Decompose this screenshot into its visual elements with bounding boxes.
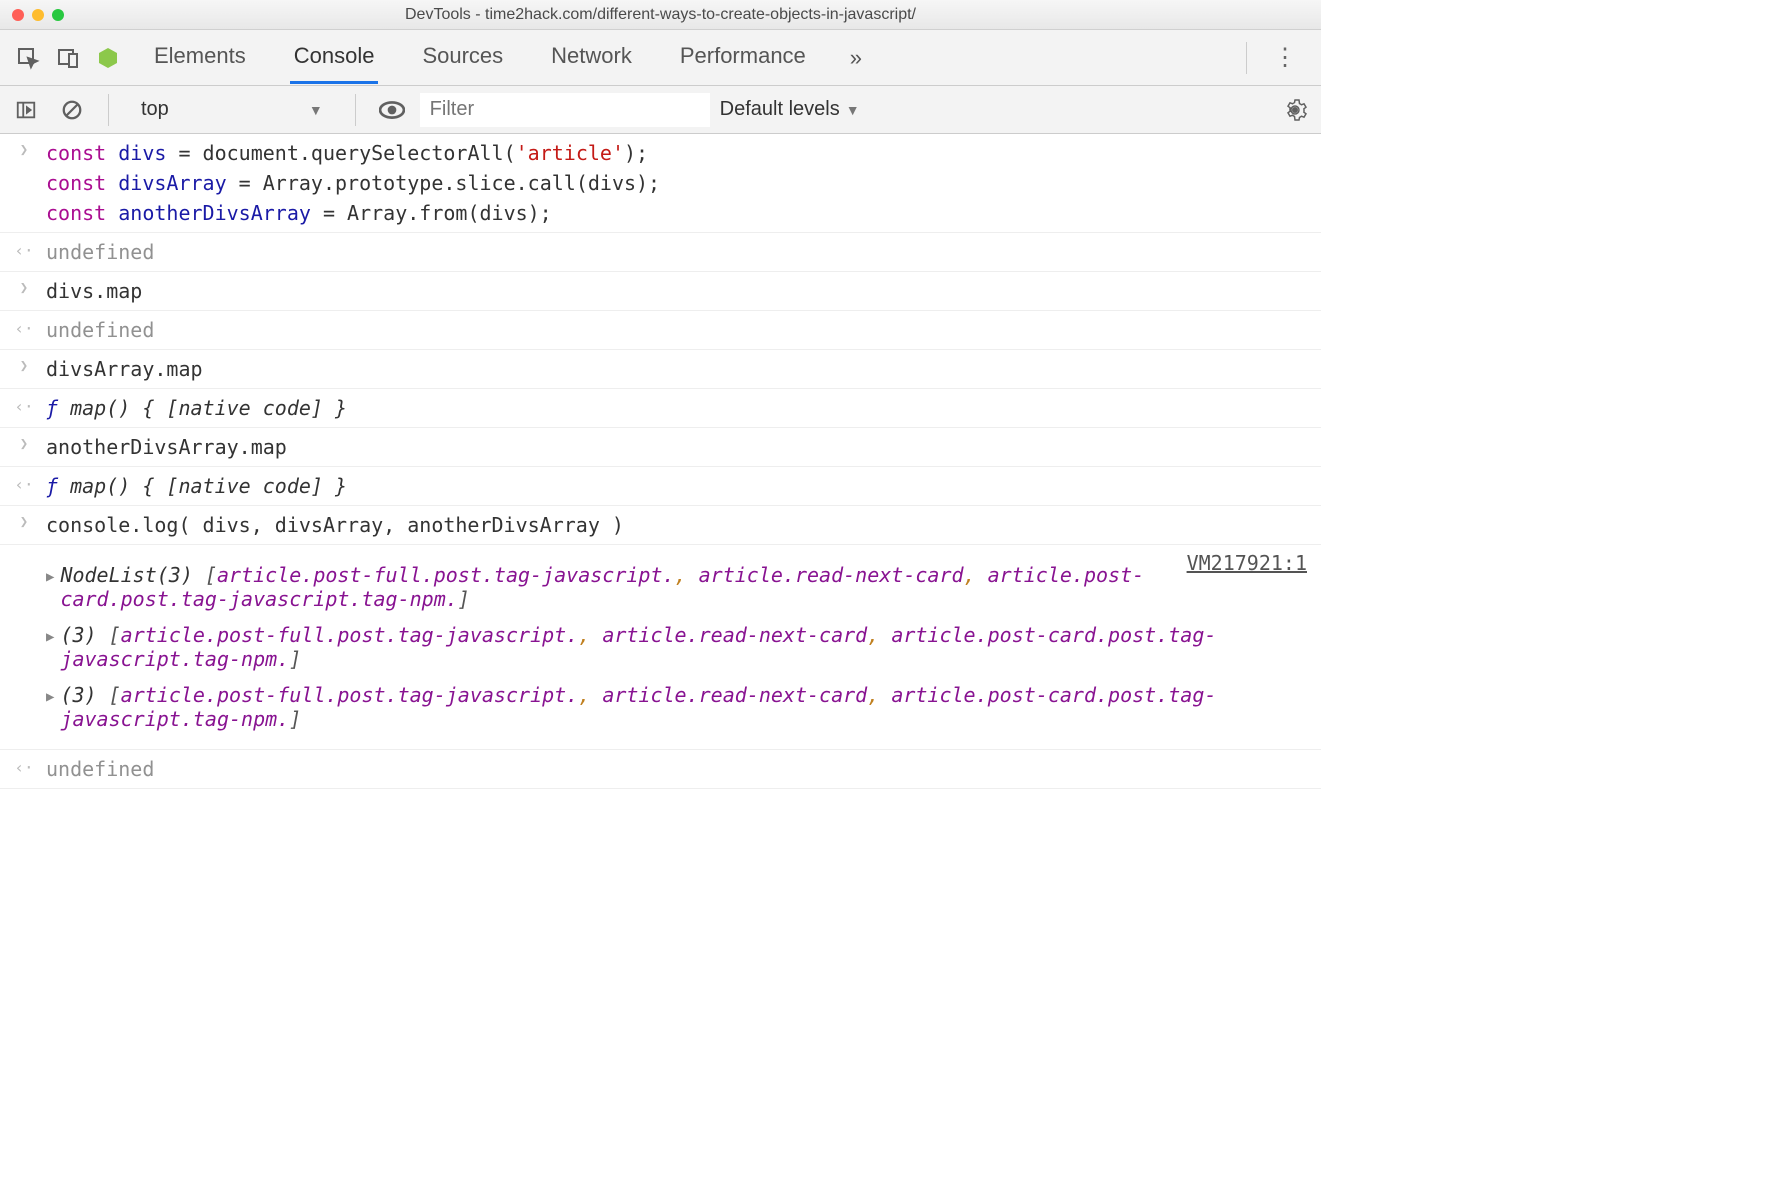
- log-levels-selector[interactable]: Default levels ▼: [720, 98, 860, 121]
- tab-performance[interactable]: Performance: [676, 31, 810, 84]
- nodejs-icon[interactable]: [90, 40, 126, 76]
- tab-console[interactable]: Console: [290, 31, 379, 84]
- window-title: DevTools - time2hack.com/different-ways-…: [0, 6, 1321, 24]
- tab-elements[interactable]: Elements: [150, 31, 250, 84]
- console-log-block: VM217921:1▶NodeList(3) [article.post-ful…: [0, 545, 1321, 750]
- context-selector-value: top: [141, 98, 169, 121]
- console-output-row: ‹·ƒ map() { [native code] }: [0, 467, 1321, 506]
- console-input-row[interactable]: ❯anotherDivsArray.map: [0, 428, 1321, 467]
- log-levels-label: Default levels: [720, 98, 840, 121]
- device-toolbar-icon[interactable]: [50, 40, 86, 76]
- console-input-row[interactable]: ❯divs.map: [0, 272, 1321, 311]
- divider: [108, 94, 109, 126]
- input-caret-icon: ❯: [20, 514, 28, 530]
- tabs-overflow-button[interactable]: »: [850, 45, 862, 71]
- panel-tabs: Elements Console Sources Network Perform…: [150, 31, 1234, 84]
- devtools-tabbar: Elements Console Sources Network Perform…: [0, 30, 1321, 86]
- output-caret-icon: ‹·: [14, 397, 33, 416]
- console-settings-icon[interactable]: [1277, 92, 1313, 128]
- log-object-preview[interactable]: ▶NodeList(3) [article.post-full.post.tag…: [46, 563, 1307, 611]
- live-expression-icon[interactable]: [374, 92, 410, 128]
- console-output-row: ‹·ƒ map() { [native code] }: [0, 389, 1321, 428]
- expand-icon[interactable]: ▶: [46, 569, 54, 585]
- console-toolbar: top ▼ Default levels ▼: [0, 86, 1321, 134]
- tab-network[interactable]: Network: [547, 31, 636, 84]
- divider: [1246, 42, 1247, 74]
- console-output-row: ‹·undefined: [0, 311, 1321, 350]
- context-selector[interactable]: top ▼: [127, 98, 337, 121]
- console-output-row: ‹·undefined: [0, 233, 1321, 272]
- tab-sources[interactable]: Sources: [418, 31, 507, 84]
- divider: [355, 94, 356, 126]
- log-object-preview[interactable]: ▶(3) [article.post-full.post.tag-javascr…: [46, 683, 1307, 731]
- console-input-row[interactable]: ❯const divs = document.querySelectorAll(…: [0, 134, 1321, 233]
- output-caret-icon: ‹·: [14, 758, 33, 777]
- source-link[interactable]: VM217921:1: [1187, 551, 1307, 575]
- toggle-sidebar-icon[interactable]: [8, 92, 44, 128]
- dropdown-icon: ▼: [846, 102, 860, 118]
- expand-icon[interactable]: ▶: [46, 689, 54, 705]
- dropdown-icon: ▼: [309, 102, 323, 118]
- expand-icon[interactable]: ▶: [46, 629, 54, 645]
- output-caret-icon: ‹·: [14, 475, 33, 494]
- console-output[interactable]: ❯const divs = document.querySelectorAll(…: [0, 134, 1321, 789]
- console-input-row[interactable]: ❯console.log( divs, divsArray, anotherDi…: [0, 506, 1321, 545]
- input-caret-icon: ❯: [20, 142, 28, 158]
- output-caret-icon: ‹·: [14, 241, 33, 260]
- window-titlebar: DevTools - time2hack.com/different-ways-…: [0, 0, 1321, 30]
- inspect-element-icon[interactable]: [10, 40, 46, 76]
- input-caret-icon: ❯: [20, 436, 28, 452]
- clear-console-icon[interactable]: [54, 92, 90, 128]
- input-caret-icon: ❯: [20, 358, 28, 374]
- devtools-menu-icon[interactable]: ⋮: [1259, 43, 1311, 72]
- filter-input[interactable]: [420, 93, 710, 127]
- console-output-row: ‹·undefined: [0, 750, 1321, 789]
- log-object-preview[interactable]: ▶(3) [article.post-full.post.tag-javascr…: [46, 623, 1307, 671]
- console-input-row[interactable]: ❯divsArray.map: [0, 350, 1321, 389]
- input-caret-icon: ❯: [20, 280, 28, 296]
- output-caret-icon: ‹·: [14, 319, 33, 338]
